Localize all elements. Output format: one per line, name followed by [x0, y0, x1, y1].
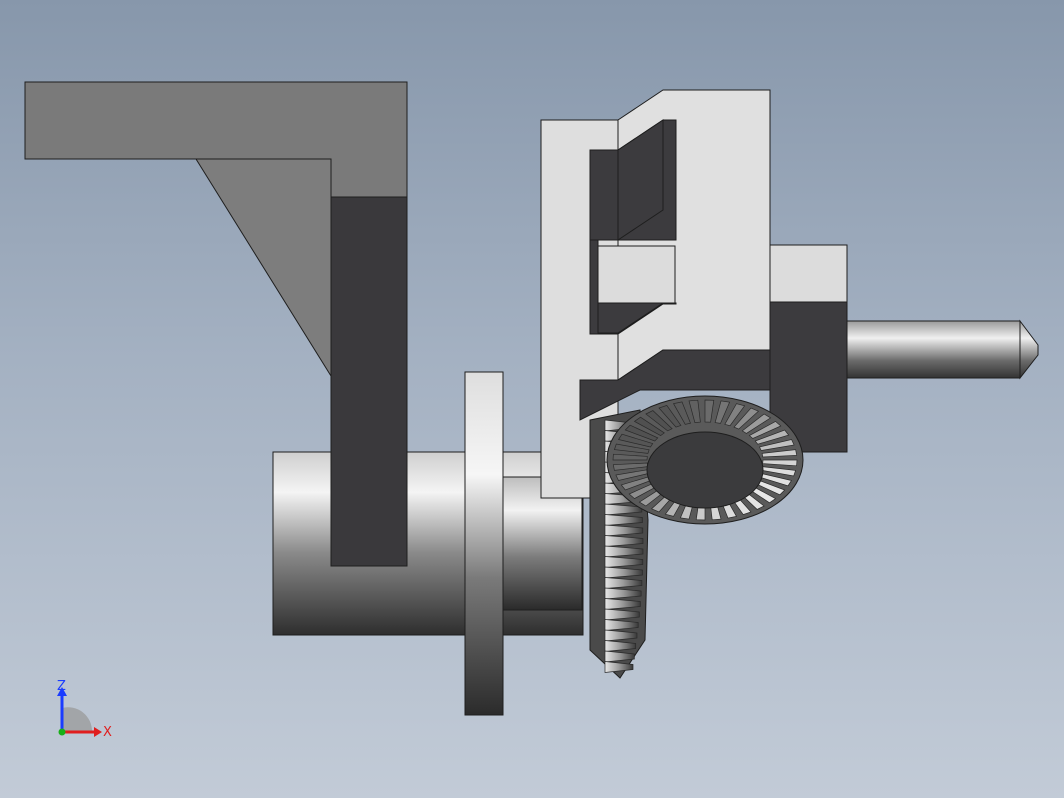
- x-arrowhead: [94, 727, 102, 737]
- view-orientation-triad[interactable]: Z X: [50, 675, 120, 745]
- cad-model-view[interactable]: [0, 0, 1064, 798]
- flange-disk[interactable]: [464, 371, 504, 716]
- graphics-viewport[interactable]: Z X: [0, 0, 1064, 798]
- bracket[interactable]: [24, 81, 408, 567]
- horizontal-bevel-gear[interactable]: [606, 395, 804, 525]
- triad-quadrant: [62, 707, 93, 732]
- z-axis-label: Z: [57, 679, 66, 694]
- output-shaft[interactable]: [846, 319, 1039, 380]
- gear-hub: [646, 431, 764, 509]
- y-axis-dot: [58, 728, 66, 736]
- x-axis-label: X: [103, 725, 112, 740]
- main-shaft[interactable]: [272, 451, 584, 636]
